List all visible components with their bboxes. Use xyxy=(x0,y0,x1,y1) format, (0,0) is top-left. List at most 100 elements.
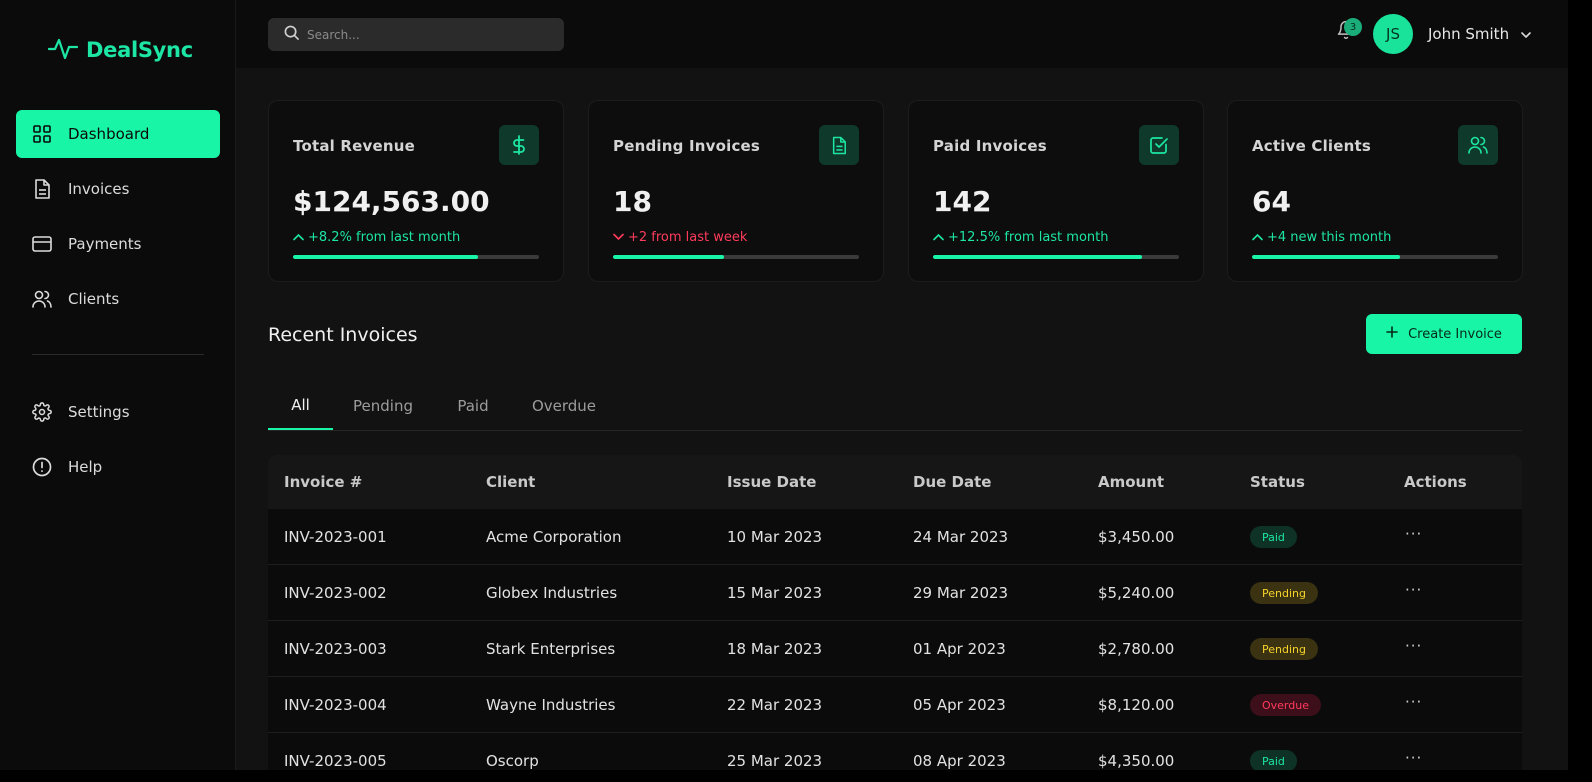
card-value: 142 xyxy=(933,185,992,218)
document-icon xyxy=(819,125,859,165)
table-row[interactable]: INV-2023-002 Globex Industries 15 Mar 2023… xyxy=(268,565,1522,621)
progress-bar xyxy=(293,255,539,259)
dollar-icon xyxy=(499,125,539,165)
credit-card-icon xyxy=(32,234,52,254)
tab-overdue[interactable]: Overdue xyxy=(528,382,600,430)
issue-date-cell: 18 Mar 2023 xyxy=(727,640,823,658)
sidebar-item-label: Help xyxy=(68,458,103,476)
chevron-up-icon xyxy=(1252,230,1263,245)
invoice-number-cell: INV-2023-004 xyxy=(284,696,387,714)
issue-date-cell: 22 Mar 2023 xyxy=(727,696,823,714)
app-window: DealSync Dashboard Invoices Payments Cli… xyxy=(0,0,1568,770)
progress-fill xyxy=(613,255,724,259)
status-cell: Paid xyxy=(1250,509,1297,565)
actions-cell: ··· xyxy=(1405,621,1422,677)
sidebar-item-payments[interactable]: Payments xyxy=(16,220,220,268)
card-change: +2 from last week xyxy=(613,230,747,245)
app-name: DealSync xyxy=(86,38,193,62)
card-title: Total Revenue xyxy=(293,137,416,155)
client-cell: Stark Enterprises xyxy=(486,640,616,658)
stat-card-pending-invoices: Pending Invoices 18 +2 from last week xyxy=(588,100,884,282)
create-invoice-button[interactable]: Create Invoice xyxy=(1366,314,1522,354)
actions-cell: ··· xyxy=(1405,677,1422,733)
sidebar: DealSync Dashboard Invoices Payments Cli… xyxy=(0,0,236,770)
invoice-number-cell: INV-2023-005 xyxy=(284,752,387,770)
amount-cell: $3,450.00 xyxy=(1098,528,1175,546)
client-cell: Wayne Industries xyxy=(486,696,616,714)
progress-fill xyxy=(933,255,1143,259)
table-row[interactable]: INV-2023-004 Wayne Industries 22 Mar 2023 0… xyxy=(268,677,1522,733)
progress-bar xyxy=(933,255,1179,259)
document-icon xyxy=(32,179,52,199)
client-cell: Oscorp xyxy=(486,752,539,770)
table-row[interactable]: INV-2023-005 Oscorp 25 Mar 2023 08 Apr 2023… xyxy=(268,733,1522,770)
grid-icon xyxy=(32,124,52,144)
more-options-icon[interactable]: ··· xyxy=(1405,525,1422,543)
plus-icon xyxy=(1386,326,1398,342)
stat-card-paid-invoices: Paid Invoices 142 +12.5% from last month xyxy=(908,100,1204,282)
column-header-invoice[interactable]: Invoice # xyxy=(284,473,362,491)
tab-all[interactable]: All xyxy=(268,382,333,430)
sidebar-item-settings[interactable]: Settings xyxy=(16,388,220,436)
nav-divider xyxy=(32,354,204,355)
status-badge: Paid xyxy=(1250,750,1297,770)
table-row[interactable]: INV-2023-003 Stark Enterprises 18 Mar 2023… xyxy=(268,621,1522,677)
column-header-issue-date[interactable]: Issue Date xyxy=(727,473,816,491)
card-change-text: +8.2% from last month xyxy=(308,230,461,245)
search-icon xyxy=(284,25,299,44)
more-options-icon[interactable]: ··· xyxy=(1405,749,1422,767)
logo[interactable]: DealSync xyxy=(47,34,193,66)
chevron-down-icon xyxy=(613,230,624,245)
stat-card-total-revenue: Total Revenue $124,563.00 +8.2% from las… xyxy=(268,100,564,282)
gear-icon xyxy=(32,402,52,422)
progress-bar xyxy=(1252,255,1498,259)
column-header-due-date[interactable]: Due Date xyxy=(913,473,991,491)
invoices-table: Invoice # Client Issue Date Due Date Amo… xyxy=(268,455,1522,770)
more-options-icon[interactable]: ··· xyxy=(1405,637,1422,655)
section-title: Recent Invoices xyxy=(268,324,418,346)
sidebar-item-invoices[interactable]: Invoices xyxy=(16,165,220,213)
column-header-status[interactable]: Status xyxy=(1250,473,1305,491)
status-cell: Overdue xyxy=(1250,677,1321,733)
user-name[interactable]: John Smith xyxy=(1428,25,1509,43)
search-box[interactable] xyxy=(268,18,564,51)
search-input[interactable] xyxy=(307,27,547,42)
card-change-text: +2 from last week xyxy=(628,230,748,245)
amount-cell: $8,120.00 xyxy=(1098,696,1175,714)
card-change: +4 new this month xyxy=(1252,230,1391,245)
status-cell: Pending xyxy=(1250,565,1318,621)
chevron-down-icon[interactable] xyxy=(1520,26,1532,45)
chevron-up-icon xyxy=(293,230,304,245)
due-date-cell: 01 Apr 2023 xyxy=(913,640,1006,658)
progress-bar xyxy=(613,255,859,259)
more-options-icon[interactable]: ··· xyxy=(1405,693,1422,711)
amount-cell: $2,780.00 xyxy=(1098,640,1175,658)
card-title: Paid Invoices xyxy=(933,137,1047,155)
client-cell: Acme Corporation xyxy=(486,528,622,546)
column-header-amount[interactable]: Amount xyxy=(1098,473,1164,491)
chevron-up-icon xyxy=(933,230,944,245)
notification-badge: 3 xyxy=(1344,18,1362,36)
pulse-icon xyxy=(47,34,79,66)
client-cell: Globex Industries xyxy=(486,584,618,602)
status-badge: Pending xyxy=(1250,582,1318,604)
status-badge: Paid xyxy=(1250,526,1297,548)
avatar[interactable]: JS xyxy=(1373,14,1413,54)
tab-paid[interactable]: Paid xyxy=(448,382,498,430)
users-icon xyxy=(1458,125,1498,165)
amount-cell: $4,350.00 xyxy=(1098,752,1175,770)
stat-card-active-clients: Active Clients 64 +4 new this month xyxy=(1227,100,1523,282)
more-options-icon[interactable]: ··· xyxy=(1405,581,1422,599)
sidebar-item-clients[interactable]: Clients xyxy=(16,275,220,323)
due-date-cell: 08 Apr 2023 xyxy=(913,752,1006,770)
column-header-client[interactable]: Client xyxy=(486,473,535,491)
due-date-cell: 24 Mar 2023 xyxy=(913,528,1009,546)
sidebar-item-dashboard[interactable]: Dashboard xyxy=(16,110,220,158)
secondary-nav: Settings Help xyxy=(16,388,220,498)
card-change-text: +12.5% from last month xyxy=(948,230,1109,245)
alert-circle-icon xyxy=(32,457,52,477)
invoice-number-cell: INV-2023-002 xyxy=(284,584,387,602)
table-row[interactable]: INV-2023-001 Acme Corporation 10 Mar 2023 2… xyxy=(268,509,1522,565)
sidebar-item-help[interactable]: Help xyxy=(16,443,220,491)
tab-pending[interactable]: Pending xyxy=(348,382,418,430)
